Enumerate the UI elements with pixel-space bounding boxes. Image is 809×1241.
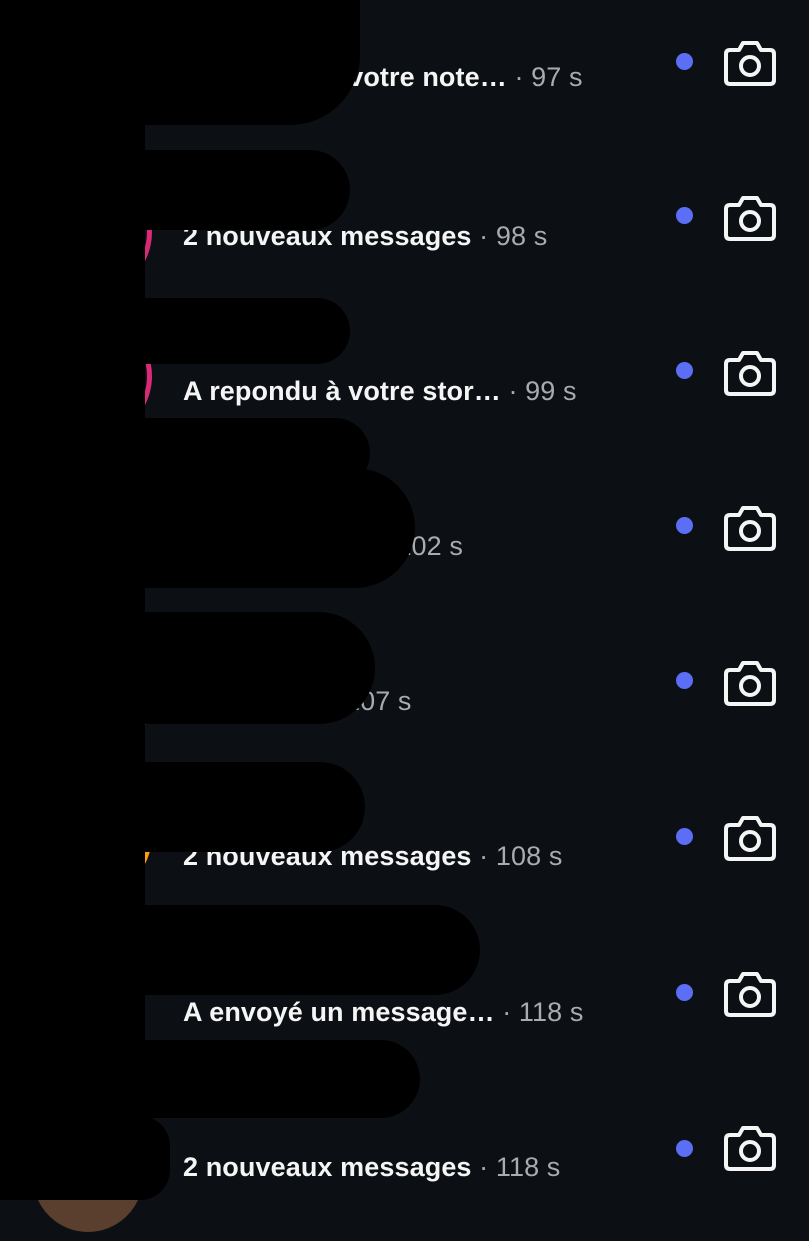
unread-dot — [676, 672, 693, 689]
avatar[interactable] — [24, 0, 152, 92]
thread-row[interactable]: A commenté… · 102 s — [0, 465, 809, 620]
camera-icon[interactable] — [724, 660, 776, 706]
camera-icon[interactable] — [724, 815, 776, 861]
thread-row[interactable]: A repondu à votre stor… · 99 s — [0, 310, 809, 465]
preview-text: 2 nouveaux messages — [183, 841, 472, 871]
timestamp: · 99 s — [508, 376, 577, 406]
timestamp: · 98 s — [479, 221, 548, 251]
avatar[interactable] — [24, 477, 152, 605]
preview-text: A repondu à votre note… — [183, 62, 507, 92]
timestamp: · 108 s — [479, 841, 563, 871]
unread-dot — [676, 984, 693, 1001]
unread-dot — [676, 828, 693, 845]
unread-dot — [676, 362, 693, 379]
timestamp: · 102 s — [379, 531, 463, 561]
camera-icon[interactable] — [724, 40, 776, 86]
thread-row[interactable]: Cava et toi · 107 s — [0, 620, 809, 775]
unread-dot — [676, 517, 693, 534]
preview-text: Cava et toi — [183, 686, 321, 716]
message-thread-list: A repondu à votre note… · 97 s 2 nouveau… — [0, 0, 809, 1236]
camera-icon[interactable] — [724, 971, 776, 1017]
preview-text: 2 nouveaux messages — [183, 1152, 472, 1182]
camera-icon[interactable] — [724, 1125, 776, 1171]
camera-icon[interactable] — [724, 505, 776, 551]
timestamp: · 118 s — [502, 997, 584, 1027]
unread-dot — [676, 53, 693, 70]
thread-row[interactable]: 2 nouveaux messages · 98 s — [0, 155, 809, 310]
message-preview: A repondu à votre note… · 97 s — [183, 62, 583, 93]
message-preview: Cava et toi · 107 s — [183, 686, 412, 717]
unread-dot — [676, 1140, 693, 1157]
preview-text: A commenté… — [183, 531, 373, 561]
avatar[interactable] — [24, 632, 152, 760]
thread-row[interactable]: A envoyé un message… · 118 s — [0, 930, 809, 1085]
message-preview: 2 nouveaux messages · 98 s — [183, 221, 547, 252]
preview-text: 2 nouveaux messages — [183, 221, 472, 251]
avatar[interactable] — [24, 771, 152, 899]
timestamp: · 118 s — [479, 1152, 561, 1182]
avatar[interactable] — [24, 1113, 152, 1241]
timestamp: · 107 s — [328, 686, 412, 716]
timestamp: · 97 s — [514, 62, 583, 92]
message-preview: A envoyé un message… · 118 s — [183, 997, 583, 1028]
preview-text: A repondu à votre stor… — [183, 376, 501, 406]
message-preview: A repondu à votre stor… · 99 s — [183, 376, 577, 407]
camera-icon[interactable] — [724, 350, 776, 396]
message-preview: 2 nouveaux messages · 118 s — [183, 1152, 560, 1183]
message-preview: 2 nouveaux messages · 108 s — [183, 841, 562, 872]
thread-row[interactable]: 2 nouveaux messages · 118 s — [0, 1085, 809, 1240]
unread-dot — [676, 207, 693, 224]
thread-row[interactable]: A repondu à votre note… · 97 s — [0, 0, 809, 155]
avatar[interactable] — [24, 944, 152, 1072]
preview-text: A envoyé un message… — [183, 997, 495, 1027]
avatar[interactable] — [24, 168, 152, 296]
thread-row[interactable]: 2 nouveaux messages · 108 s — [0, 771, 809, 930]
avatar[interactable] — [24, 312, 152, 440]
camera-icon[interactable] — [724, 195, 776, 241]
message-preview: A commenté… · 102 s — [183, 531, 463, 562]
